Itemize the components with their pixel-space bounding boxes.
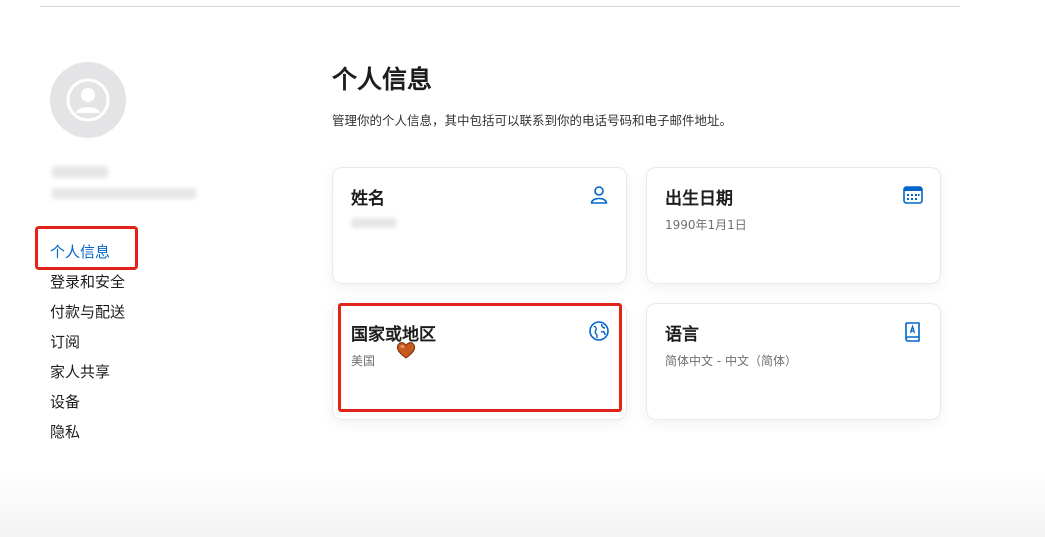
book-icon [905, 322, 920, 342]
person-icon [66, 78, 110, 122]
sidebar-item-privacy[interactable]: 隐私 [50, 420, 125, 450]
name-card[interactable]: 姓名 [332, 167, 627, 284]
sidebar-item-devices[interactable]: 设备 [50, 390, 125, 420]
name-value-redacted [351, 218, 397, 228]
sidebar-item-sign-in-security[interactable]: 登录和安全 [50, 270, 125, 300]
avatar[interactable] [50, 62, 126, 138]
annotation-box-country-region [338, 303, 622, 412]
sidebar-item-family-sharing[interactable]: 家人共享 [50, 360, 125, 390]
sidebar-nav: 个人信息 登录和安全 付款与配送 订阅 家人共享 设备 隐私 [50, 240, 125, 450]
card-title: 出生日期 [665, 189, 733, 209]
person-icon [590, 186, 608, 204]
top-divider [40, 6, 960, 7]
sidebar-item-subscriptions[interactable]: 订阅 [50, 330, 125, 360]
calendar-icon [903, 186, 923, 204]
annotation-box-sidebar [35, 226, 138, 270]
card-title: 姓名 [351, 189, 385, 209]
language-card[interactable]: 语言 简体中文 - 中文（简体） [646, 303, 941, 420]
card-value: 简体中文 - 中文（简体） [665, 354, 797, 368]
sidebar-item-payment-shipping[interactable]: 付款与配送 [50, 300, 125, 330]
page-title: 个人信息 [332, 65, 433, 94]
card-value: 1990年1月1日 [665, 218, 747, 232]
account-name-redacted [52, 166, 108, 178]
card-title: 语言 [665, 325, 699, 345]
birthday-card[interactable]: 出生日期 1990年1月1日 [646, 167, 941, 284]
account-email-redacted [52, 188, 196, 199]
page-description: 管理你的个人信息，其中包括可以联系到你的电话号码和电子邮件地址。 [332, 113, 733, 128]
